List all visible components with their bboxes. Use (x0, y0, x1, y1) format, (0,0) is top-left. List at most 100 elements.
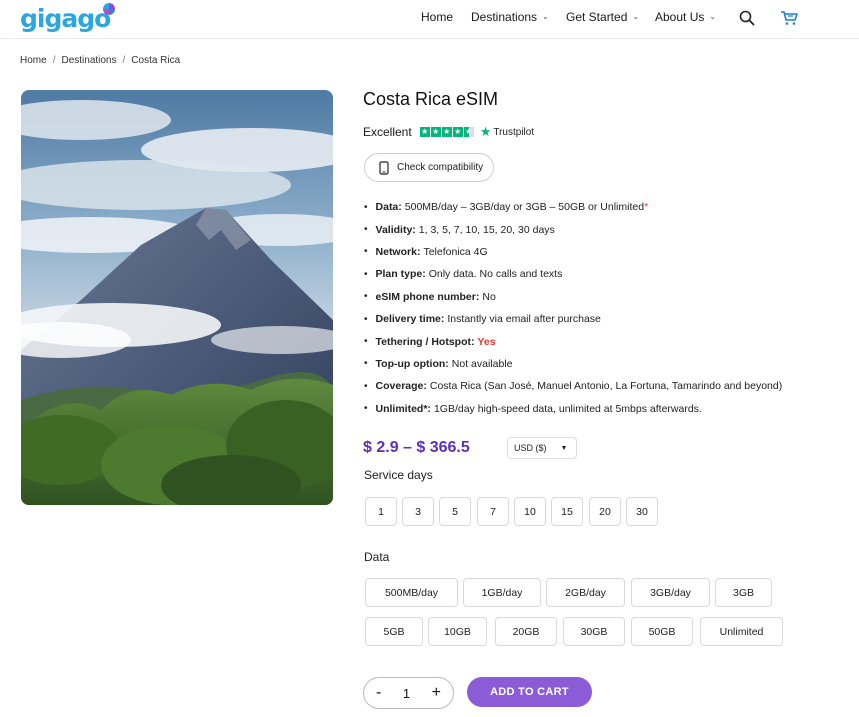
data-option[interactable]: 20GB (495, 617, 557, 646)
service-day-option[interactable]: 10 (514, 497, 546, 526)
spec-value: 1, 3, 5, 7, 10, 15, 20, 30 days (418, 223, 555, 236)
breadcrumb: Home / Destinations / Costa Rica (20, 55, 180, 66)
breadcrumb-current: Costa Rica (131, 55, 181, 66)
data-option[interactable]: Unlimited (700, 617, 783, 646)
spec-network: Network:Telefonica 4G (364, 241, 782, 263)
currency-value: USD ($) (514, 443, 547, 453)
service-day-option[interactable]: 30 (626, 497, 658, 526)
spec-value: Telefonica 4G (423, 245, 488, 258)
data-option[interactable]: 3GB (715, 578, 772, 607)
rating-label: Excellent (363, 125, 412, 139)
quantity-value[interactable]: 1 (403, 686, 410, 701)
trustpilot-label: Trustpilot (493, 126, 535, 138)
gigago-logo[interactable]: gigago (20, 3, 116, 33)
check-compatibility-button[interactable]: Check compatibility (364, 153, 494, 182)
search-icon[interactable] (737, 8, 757, 28)
spec-value: Not available (451, 357, 513, 370)
spec-tethering: Tethering / Hotspot:Yes (364, 330, 782, 352)
chevron-down-icon: ⌄ (542, 12, 549, 21)
service-day-option[interactable]: 20 (589, 497, 621, 526)
chevron-down-icon: ⌄ (709, 12, 717, 21)
product-image (21, 90, 333, 505)
spec-key: Unlimited*: (375, 402, 431, 415)
spec-value: 500MB/day – 3GB/day or 3GB – 50GB or Unl… (404, 201, 645, 214)
data-option[interactable]: 2GB/day (546, 578, 625, 607)
product-title: Costa Rica eSIM (363, 89, 499, 109)
data-option[interactable]: 1GB/day (463, 578, 541, 607)
star-icon: ★ (452, 127, 463, 137)
data-option[interactable]: 5GB (365, 617, 423, 646)
trustpilot-rating[interactable]: Excellent ★ ★ ★ ★ ★ ★ Trustpilot (363, 124, 534, 140)
spec-delivery: Delivery time:Instantly via email after … (364, 308, 782, 330)
caret-down-icon: ▼ (560, 444, 568, 452)
data-option[interactable]: 3GB/day (631, 578, 710, 607)
spec-key: eSIM phone number: (375, 290, 480, 303)
nav-home[interactable]: Home (421, 0, 453, 33)
spec-value: Costa Rica (San José, Manuel Antonio, La… (429, 380, 783, 393)
spec-list: Data:500MB/day – 3GB/day or 3GB – 50GB o… (364, 196, 783, 420)
trustpilot-logo: ★ Trustpilot (480, 124, 534, 140)
spec-phone-number: eSIM phone number:No (364, 286, 782, 308)
data-option[interactable]: 10GB (428, 617, 487, 646)
data-option[interactable]: 500MB/day (365, 578, 458, 607)
cart-icon[interactable] (779, 8, 799, 28)
rating-stars: ★ ★ ★ ★ ★ (419, 127, 474, 137)
increment-button[interactable]: + (432, 684, 441, 702)
logo-text: gigago (20, 3, 111, 33)
star-icon: ★ (441, 127, 452, 137)
add-to-cart-button[interactable]: ADD TO CART (467, 677, 592, 707)
spec-key: Top-up option: (375, 357, 449, 370)
spec-coverage: Coverage:Costa Rica (San José, Manuel An… (364, 375, 783, 397)
service-day-option[interactable]: 7 (477, 497, 509, 526)
spec-validity: Validity:1, 3, 5, 7, 10, 15, 20, 30 days (364, 218, 782, 240)
price-range: $ 2.9 – $ 366.5 (363, 439, 470, 456)
service-day-option[interactable]: 3 (402, 497, 434, 526)
nav-destinations-label: Destinations (471, 9, 538, 24)
star-icon: ★ (419, 127, 430, 137)
data-option[interactable]: 30GB (563, 617, 625, 646)
phone-icon (379, 160, 389, 175)
chevron-down-icon: ⌄ (632, 12, 640, 21)
spec-plan-type: Plan type:Only data. No calls and texts (364, 263, 782, 285)
spec-key: Data: (375, 201, 402, 214)
trustpilot-star-icon: ★ (479, 124, 492, 139)
check-compatibility-label: Check compatibility (397, 162, 484, 173)
spec-key: Plan type: (375, 268, 426, 281)
decrement-button[interactable]: - (376, 684, 381, 702)
spec-top-up: Top-up option:Not available (364, 353, 782, 375)
star-icon: ★ (430, 127, 441, 137)
service-day-option[interactable]: 1 (365, 497, 397, 526)
site-header: gigago Home Destinations ⌄ Get Started ⌄… (0, 0, 859, 39)
spec-value: No (482, 290, 496, 303)
data-option[interactable]: 50GB (631, 617, 693, 646)
service-days-label: Service days (364, 468, 433, 482)
spec-key: Coverage: (375, 380, 427, 393)
spec-key: Network: (375, 245, 421, 258)
spec-key: Validity: (375, 223, 416, 236)
asterisk-mark: * (644, 201, 649, 214)
spec-key: Delivery time: (375, 313, 445, 326)
spec-value: Only data. No calls and texts (428, 268, 563, 281)
nav-about-us-label: About Us (655, 9, 705, 24)
quantity-stepper: - 1 + (363, 677, 454, 709)
breadcrumb-separator: / (122, 55, 126, 66)
currency-select[interactable]: USD ($) ▼ (507, 437, 577, 459)
star-half-icon: ★ (463, 127, 474, 137)
nav-home-label: Home (421, 9, 454, 24)
nav-destinations[interactable]: Destinations ⌄ (471, 0, 549, 33)
service-day-option[interactable]: 15 (551, 497, 583, 526)
nav-get-started-label: Get Started (566, 9, 628, 24)
service-day-option[interactable]: 5 (439, 497, 471, 526)
spec-value: Yes (477, 335, 496, 348)
nav-about-us[interactable]: About Us ⌄ (655, 0, 716, 33)
breadcrumb-separator: / (52, 55, 56, 66)
logo-mark (103, 3, 116, 15)
spec-unlimited: Unlimited*:1GB/day high-speed data, unli… (364, 398, 782, 420)
spec-key: Tethering / Hotspot: (375, 335, 475, 348)
nav-get-started[interactable]: Get Started ⌄ (566, 0, 639, 33)
spec-value: Instantly via email after purchase (447, 313, 601, 326)
spec-data: Data:500MB/day – 3GB/day or 3GB – 50GB o… (364, 196, 782, 218)
breadcrumb-home[interactable]: Home (20, 55, 47, 66)
data-label: Data (364, 550, 390, 564)
breadcrumb-destinations[interactable]: Destinations (61, 55, 116, 66)
